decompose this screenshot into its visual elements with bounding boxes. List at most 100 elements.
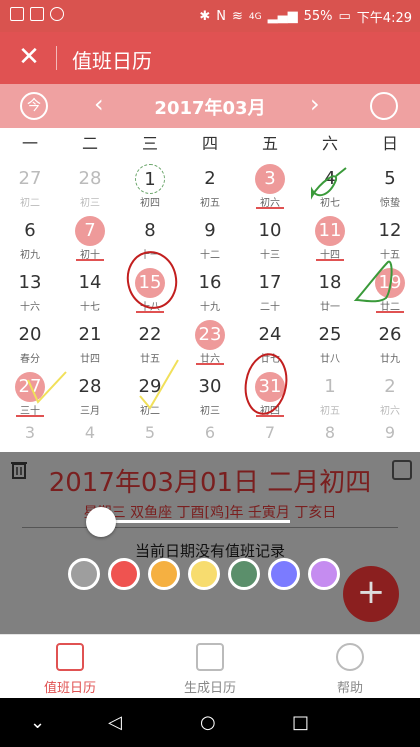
day-cell[interactable]: 22 廿五: [120, 314, 180, 366]
tab-help[interactable]: 帮助: [280, 635, 420, 698]
day-number: 9: [204, 220, 216, 241]
day-number: 4: [324, 168, 336, 189]
day-cell[interactable]: 27 三十: [0, 366, 60, 418]
day-cell[interactable]: 21 廿四: [60, 314, 120, 366]
day-cell[interactable]: 28 三月: [60, 366, 120, 418]
day-cell[interactable]: 24 廿七: [240, 314, 300, 366]
day-cell[interactable]: 11 十四: [300, 210, 360, 262]
day-cell[interactable]: 2 初五: [180, 158, 240, 210]
day-cell[interactable]: 20 春分: [0, 314, 60, 366]
lunar-day: 初五: [200, 198, 220, 209]
battery-icon: ▭: [338, 9, 351, 24]
color-swatch[interactable]: [148, 558, 180, 590]
recents-icon[interactable]: □: [292, 712, 309, 733]
day-cell[interactable]: 7: [240, 418, 300, 452]
day-cell[interactable]: 29 初二: [120, 366, 180, 418]
day-cell[interactable]: 14 十七: [60, 262, 120, 314]
tab-generate-calendar[interactable]: 生成日历: [140, 635, 280, 698]
lunar-day: 十七: [80, 302, 100, 313]
day-cell[interactable]: 9: [360, 418, 420, 452]
lunar-day: 十五: [380, 250, 400, 261]
color-swatch[interactable]: [268, 558, 300, 590]
day-cell[interactable]: 8: [300, 418, 360, 452]
color-swatch[interactable]: [228, 558, 260, 590]
day-cell[interactable]: 5: [120, 418, 180, 452]
day-cell[interactable]: 26 廿九: [360, 314, 420, 366]
day-cell[interactable]: 30 初三: [180, 366, 240, 418]
day-cell[interactable]: 13 十六: [0, 262, 60, 314]
day-number: 2: [204, 168, 216, 189]
palette-icon[interactable]: [370, 92, 398, 120]
day-number: 10: [258, 220, 282, 241]
tab-label: 值班日历: [43, 681, 96, 696]
day-cell[interactable]: 4 初七: [300, 158, 360, 210]
calendar-icon: [56, 643, 84, 671]
color-swatch[interactable]: [108, 558, 140, 590]
weekday-header: 一 二 三 四 五 六 日: [0, 130, 420, 158]
color-swatch[interactable]: [68, 558, 100, 590]
color-swatch[interactable]: [308, 558, 340, 590]
day-cell[interactable]: 1 初五: [300, 366, 360, 418]
day-number: 6: [24, 220, 36, 241]
tab-duty-calendar[interactable]: 值班日历: [0, 635, 140, 698]
duty-underline: [196, 363, 224, 365]
lunar-day: 三月: [80, 406, 100, 417]
day-number: 3: [255, 164, 285, 194]
day-cell[interactable]: 31 初四: [240, 366, 300, 418]
weekday-label: 四: [201, 134, 218, 153]
day-cell[interactable]: 16 十九: [180, 262, 240, 314]
day-number: 11: [315, 216, 345, 246]
day-cell[interactable]: 10 十三: [240, 210, 300, 262]
duty-underline: [16, 415, 44, 417]
notification-icon: [10, 7, 24, 21]
day-cell[interactable]: 6 初九: [0, 210, 60, 262]
home-icon[interactable]: ○: [200, 712, 216, 733]
day-cell[interactable]: 19 廿二: [360, 262, 420, 314]
day-cell[interactable]: 4: [60, 418, 120, 452]
page-title: 值班日历: [72, 49, 152, 73]
calendar-grid: 27 初二 28 初三 1 初四 2 初五 3 初六 4 初七 5 惊蛰 6 初九 7 初十 8 十一 9 十二 10 十三 1…: [0, 158, 420, 418]
day-number: 26: [378, 324, 402, 345]
day-cell[interactable]: 17 二十: [240, 262, 300, 314]
day-cell[interactable]: 28 初三: [60, 158, 120, 210]
day-cell[interactable]: 3: [0, 418, 60, 452]
collapse-icon[interactable]: ⌄: [30, 712, 45, 733]
day-cell[interactable]: 2 初六: [360, 366, 420, 418]
wifi-icon: ≋: [231, 9, 243, 24]
lunar-day: 二十: [260, 302, 280, 313]
day-cell[interactable]: 27 初二: [0, 158, 60, 210]
day-cell[interactable]: 8 十一: [120, 210, 180, 262]
close-icon[interactable]: ✕: [14, 42, 44, 72]
back-icon[interactable]: ◁: [108, 712, 122, 733]
lunar-day: 初六: [380, 406, 400, 417]
calendar-week-row: 13 十六 14 十七 15 十八 16 十九 17 二十 18 廿一 19 廿二: [0, 262, 420, 314]
day-cell[interactable]: 3 初六: [240, 158, 300, 210]
day-cell[interactable]: 6: [180, 418, 240, 452]
lunar-day: 十六: [20, 302, 40, 313]
day-cell[interactable]: 15 十八: [120, 262, 180, 314]
day-cell[interactable]: 5 惊蛰: [360, 158, 420, 210]
weekday-label: 一: [21, 134, 38, 153]
selected-date: 2017年03月01日 二月初四: [48, 468, 372, 498]
day-cell[interactable]: 18 廿一: [300, 262, 360, 314]
color-swatches: [68, 558, 340, 590]
status-bar: ✱ N ≋ 4G ▂▄▆ 55% ▭ 下午4:29: [0, 0, 420, 32]
day-number: 12: [378, 220, 402, 241]
day-cell[interactable]: 12 十五: [360, 210, 420, 262]
duty-underline: [76, 259, 104, 261]
day-cell[interactable]: 1 初四: [120, 158, 180, 210]
lunar-day: 初五: [320, 406, 340, 417]
opacity-slider-track[interactable]: [100, 520, 290, 523]
day-cell[interactable]: 7 初十: [60, 210, 120, 262]
add-button[interactable]: +: [343, 566, 399, 622]
day-cell[interactable]: 25 廿八: [300, 314, 360, 366]
signal-icon: ▂▄▆: [267, 9, 298, 24]
opacity-slider-thumb[interactable]: [86, 507, 116, 537]
day-cell[interactable]: 9 十二: [180, 210, 240, 262]
mail-icon: [30, 7, 44, 21]
color-swatch[interactable]: [188, 558, 220, 590]
lunar-day: 廿一: [320, 302, 340, 313]
day-cell[interactable]: 23 廿六: [180, 314, 240, 366]
next-month-icon[interactable]: ›: [310, 90, 320, 118]
lunar-day: 十一: [140, 250, 160, 261]
